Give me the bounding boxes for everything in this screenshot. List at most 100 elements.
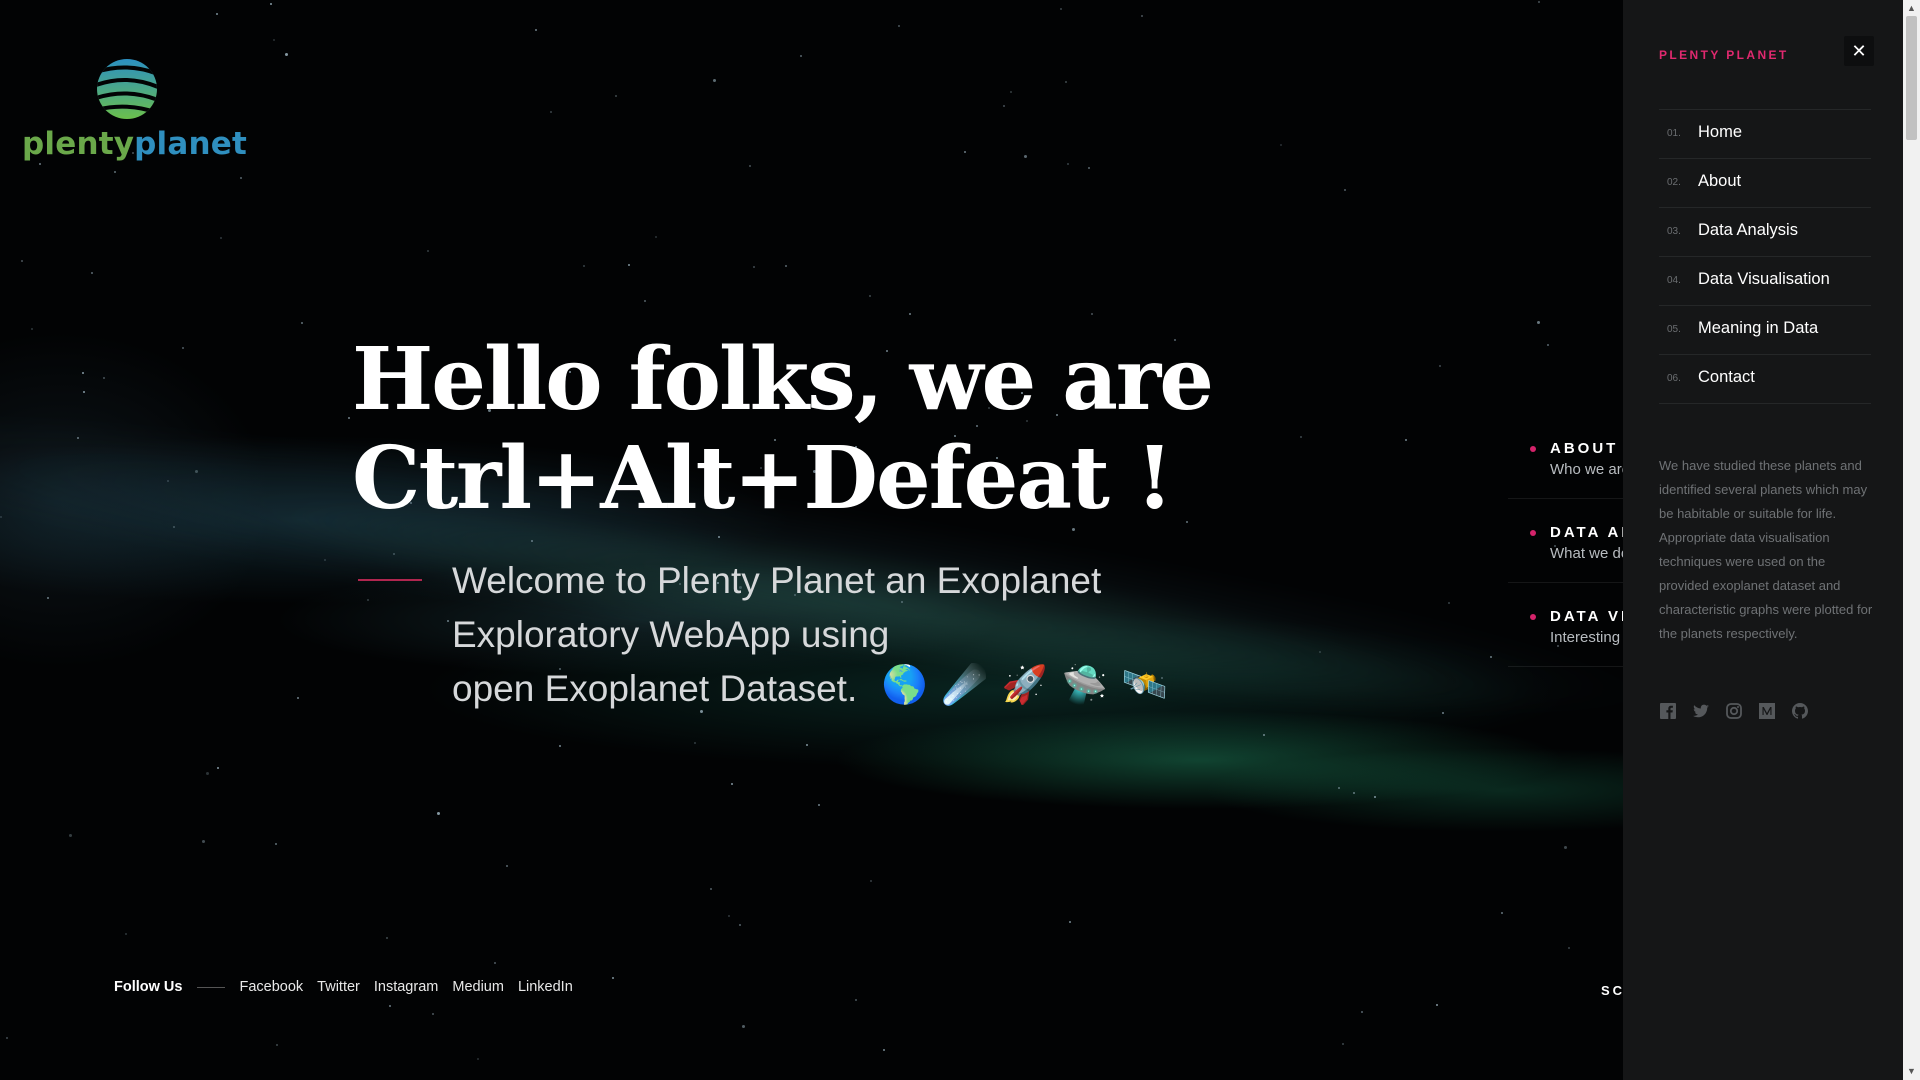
page: plentyplanet Hello folks, we are Ctrl+Al…	[0, 0, 1920, 1080]
drawer-social-icons	[1659, 702, 1809, 720]
star	[324, 559, 326, 561]
menu-item-about[interactable]: 02. About	[1659, 159, 1871, 208]
star	[1338, 787, 1340, 789]
star	[1065, 81, 1067, 83]
section-link-data-visualisation[interactable]: DATA VISUALISATION Interesting graphs	[1508, 583, 1759, 667]
star	[91, 272, 93, 274]
page-scrollbar[interactable]: ▲ ▼	[1903, 0, 1920, 1080]
star	[1538, 1, 1540, 3]
star	[1319, 651, 1321, 653]
menu-item-contact[interactable]: 06. Contact	[1659, 355, 1871, 404]
instagram-link[interactable]: Instagram	[374, 979, 438, 995]
star	[1439, 365, 1441, 367]
star	[83, 391, 85, 393]
menu-item-home[interactable]: 01. Home	[1659, 110, 1871, 159]
close-button[interactable]: ✕	[1844, 36, 1874, 66]
menu-item-number: 04.	[1667, 275, 1681, 286]
star	[731, 783, 733, 785]
star	[1300, 436, 1302, 438]
star	[427, 250, 429, 252]
drawer-menu: 01. Home 02. About 03. Data Analysis 04.…	[1659, 109, 1871, 404]
section-link-data-analysis[interactable]: DATA ANALYSIS What we do	[1508, 499, 1703, 583]
ufo-icon: 🛸	[1061, 664, 1108, 706]
facebook-link[interactable]: Facebook	[239, 979, 303, 995]
twitter-link[interactable]: Twitter	[317, 979, 360, 995]
star	[389, 1005, 391, 1007]
instagram-icon[interactable]	[1725, 702, 1743, 720]
star	[202, 840, 205, 843]
twitter-icon[interactable]	[1692, 702, 1710, 720]
star	[1263, 734, 1265, 736]
hero-title: Hello folks, we are Ctrl+Alt+Defeat !	[352, 330, 1252, 528]
star	[753, 266, 755, 268]
star	[114, 171, 116, 173]
hero-subtitle-line-2: Exploratory WebApp using	[452, 614, 890, 655]
star	[1436, 1004, 1438, 1006]
menu-item-meaning-in-data[interactable]: 05. Meaning in Data	[1659, 306, 1871, 355]
menu-item-data-visualisation[interactable]: 04. Data Visualisation	[1659, 257, 1871, 306]
star	[1067, 163, 1069, 165]
star	[21, 260, 23, 262]
star	[206, 772, 209, 775]
menu-item-data-analysis[interactable]: 03. Data Analysis	[1659, 208, 1871, 257]
star	[1024, 155, 1027, 158]
star	[655, 236, 657, 238]
star	[273, 39, 275, 41]
drawer-brand[interactable]: PLENTY PLANET	[1659, 48, 1789, 62]
section-link-about[interactable]: ABOUT Who we are	[1508, 415, 1630, 499]
star	[855, 999, 857, 1001]
star	[535, 29, 537, 31]
github-icon[interactable]	[1791, 702, 1809, 720]
hero-subtitle-line-1: Welcome to Plenty Planet an Exoplanet	[452, 560, 1102, 601]
follow-divider	[197, 986, 226, 988]
scroll-down-arrow-icon[interactable]: ▼	[1907, 1066, 1916, 1076]
medium-link[interactable]: Medium	[452, 979, 504, 995]
star	[898, 25, 900, 27]
earth-icon: 🌎	[881, 664, 928, 706]
star	[628, 264, 630, 266]
star	[583, 265, 585, 267]
star	[348, 417, 350, 419]
star	[386, 937, 388, 939]
star	[77, 437, 79, 439]
star	[167, 480, 169, 482]
star	[818, 804, 820, 806]
section-dot	[1530, 614, 1536, 620]
star	[1490, 656, 1492, 658]
scroll-up-arrow-icon[interactable]: ▲	[1907, 3, 1916, 13]
star	[615, 95, 617, 97]
hero-title-line-2: Ctrl+Alt+Defeat !	[352, 428, 1174, 529]
hero-accent-rule	[358, 579, 422, 581]
star	[644, 300, 646, 302]
menu-item-number: 05.	[1667, 324, 1681, 335]
star	[31, 328, 33, 330]
linkedin-link[interactable]: LinkedIn	[518, 979, 573, 995]
menu-item-number: 06.	[1667, 373, 1681, 384]
star	[806, 744, 808, 746]
logo-wordmark: plentyplanet	[22, 126, 247, 162]
star	[103, 377, 105, 379]
close-icon: ✕	[1851, 41, 1867, 61]
logo[interactable]: plentyplanet	[22, 58, 247, 168]
facebook-icon[interactable]	[1659, 702, 1677, 720]
medium-icon[interactable]	[1758, 702, 1776, 720]
scrollbar-thumb[interactable]	[1906, 16, 1917, 140]
star	[710, 888, 712, 890]
star	[216, 13, 218, 15]
star	[1501, 912, 1503, 914]
star	[964, 151, 966, 153]
star	[432, 1013, 434, 1015]
star	[182, 347, 184, 349]
star	[1060, 8, 1062, 10]
logo-word-planet: planet	[134, 126, 247, 162]
star	[47, 597, 49, 599]
drawer-description: We have studied these planets and identi…	[1659, 458, 1873, 641]
star	[69, 834, 72, 837]
star	[1091, 313, 1093, 315]
star	[870, 880, 872, 882]
star	[447, 620, 449, 622]
section-dot	[1530, 446, 1536, 452]
star	[1069, 921, 1071, 923]
star	[477, 1058, 479, 1060]
star	[367, 599, 369, 601]
